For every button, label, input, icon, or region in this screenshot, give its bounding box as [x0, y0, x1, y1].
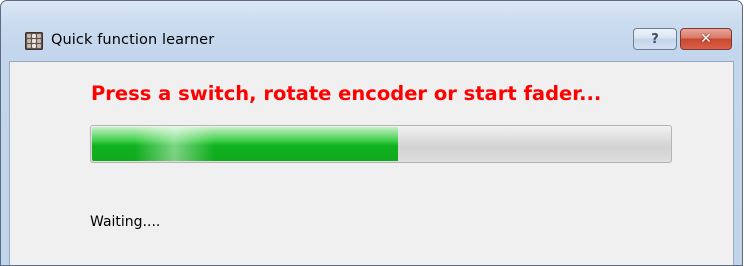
help-button[interactable]: ?: [633, 28, 677, 50]
dialog-body: Press a switch, rotate encoder or start …: [9, 61, 734, 265]
question-mark-icon: ?: [651, 31, 659, 47]
progress-fill: [92, 127, 399, 161]
status-text: Waiting....: [90, 214, 161, 230]
title-bar[interactable]: [1, 1, 742, 31]
app-icon: [25, 32, 43, 50]
close-icon: ✕: [700, 31, 712, 47]
close-button[interactable]: ✕: [680, 28, 732, 50]
window-title: Quick function learner: [51, 32, 215, 48]
dialog-window: Quick function learner ? ✕ Press a switc…: [0, 0, 743, 266]
progress-bar: [90, 125, 672, 163]
instruction-text: Press a switch, rotate encoder or start …: [91, 82, 602, 105]
